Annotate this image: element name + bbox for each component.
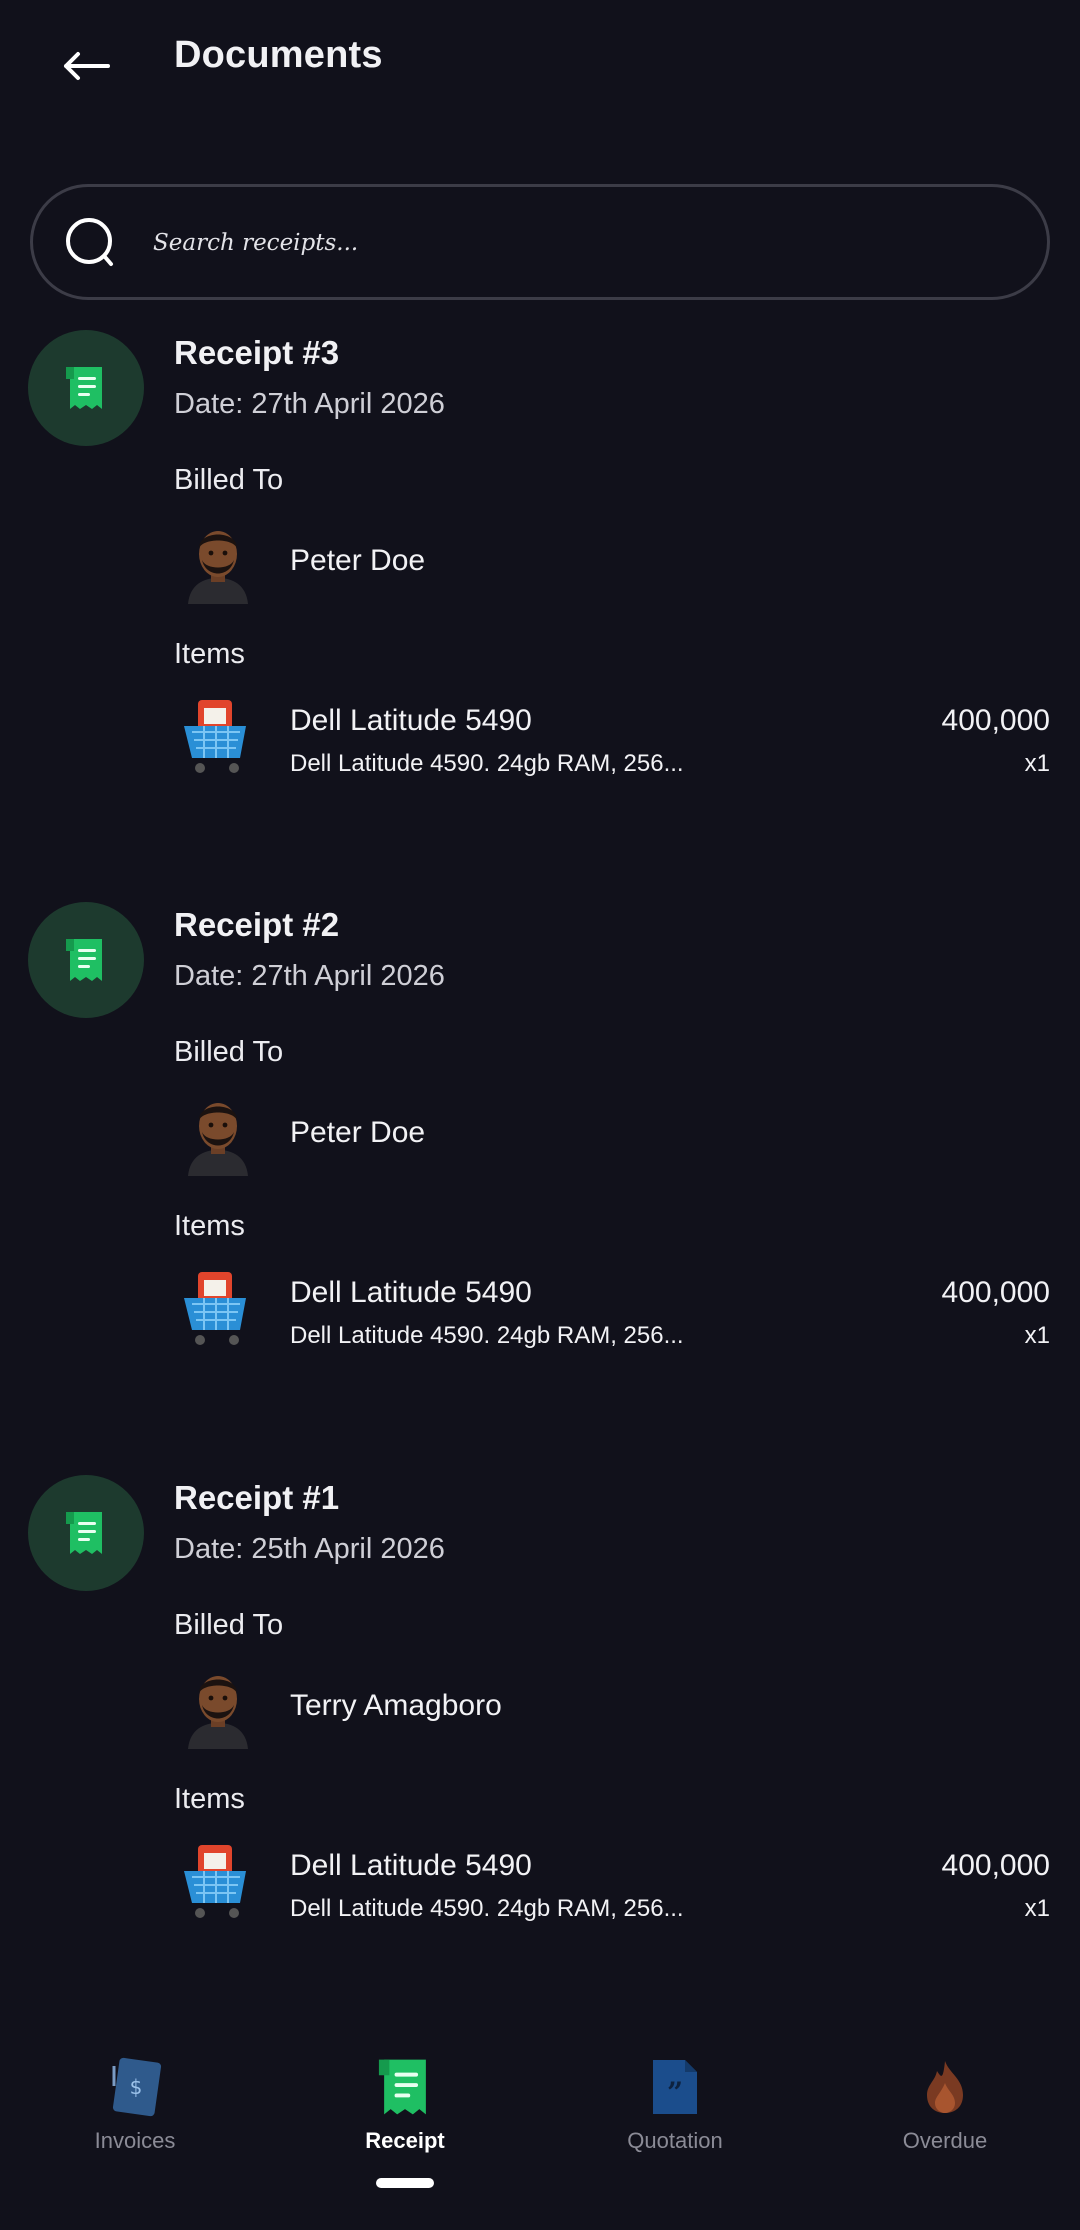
billed-to-label: Billed To xyxy=(174,1036,284,1068)
receipt-date: Date: 25th April 2026 xyxy=(174,1533,445,1565)
receipt-card[interactable]: Receipt #2 Date: 27th April 2026 Billed … xyxy=(0,902,1080,1422)
avatar xyxy=(188,1103,248,1176)
receipt-date: Date: 27th April 2026 xyxy=(174,388,445,420)
page-title: Documents xyxy=(174,34,383,76)
item-quantity: x1 xyxy=(1024,1895,1050,1922)
search-icon xyxy=(66,218,113,266)
back-button[interactable] xyxy=(40,20,132,112)
svg-text:$: $ xyxy=(130,2075,143,2099)
arrow-left-icon xyxy=(64,52,110,80)
receipt-icon xyxy=(66,367,102,409)
item-name: Dell Latitude 5490 xyxy=(290,704,532,737)
avatar xyxy=(188,1676,248,1749)
nav-label-receipt: Receipt xyxy=(365,2128,445,2153)
bottom-navigation: $ Invoices Receipt ” Quotation Overdue xyxy=(0,2030,1080,2230)
active-tab-indicator xyxy=(376,2178,434,2188)
fire-icon xyxy=(913,2054,977,2120)
receipt-title: Receipt #3 xyxy=(174,334,340,371)
customer-name: Terry Amagboro xyxy=(290,1689,502,1722)
nav-label-invoices: Invoices xyxy=(94,2128,176,2153)
nav-item-invoices[interactable]: $ Invoices xyxy=(0,2030,270,2200)
avatar xyxy=(188,531,248,604)
shopping-cart-icon xyxy=(184,1845,246,1918)
receipt-date: Date: 27th April 2026 xyxy=(174,960,445,992)
item-quantity: x1 xyxy=(1024,750,1050,777)
item-price: 400,000 xyxy=(941,704,1050,737)
customer-name: Peter Doe xyxy=(290,544,426,577)
item-name: Dell Latitude 5490 xyxy=(290,1276,532,1309)
invoice-icon: $ xyxy=(103,2054,167,2120)
receipt-card[interactable]: Receipt #3 Date: 27th April 2026 Billed … xyxy=(0,330,1080,850)
billed-to-label: Billed To xyxy=(174,464,284,496)
billed-to-label: Billed To xyxy=(174,1609,284,1641)
receipt-title: Receipt #2 xyxy=(174,906,340,943)
item-quantity: x1 xyxy=(1024,1322,1050,1349)
search-input[interactable] xyxy=(153,215,1013,271)
nav-label-overdue: Overdue xyxy=(902,2128,988,2153)
item-description: Dell Latitude 4590. 24gb RAM, 256... xyxy=(290,1895,684,1922)
shopping-cart-icon xyxy=(184,1272,246,1345)
nav-label-quotation: Quotation xyxy=(627,2128,723,2153)
nav-item-receipt[interactable]: Receipt xyxy=(270,2030,540,2200)
items-label: Items xyxy=(174,1210,245,1242)
item-description: Dell Latitude 4590. 24gb RAM, 256... xyxy=(290,1322,684,1349)
items-label: Items xyxy=(174,1783,245,1815)
receipt-icon xyxy=(66,939,102,981)
item-description: Dell Latitude 4590. 24gb RAM, 256... xyxy=(290,750,684,777)
receipt-icon xyxy=(373,2054,437,2120)
items-label: Items xyxy=(174,638,245,670)
receipt-title: Receipt #1 xyxy=(174,1479,340,1516)
svg-text:”: ” xyxy=(667,2076,683,2109)
item-name: Dell Latitude 5490 xyxy=(290,1849,532,1882)
nav-item-overdue[interactable]: Overdue xyxy=(810,2030,1080,2200)
receipt-icon xyxy=(66,1512,102,1554)
search-bar[interactable] xyxy=(30,184,1050,300)
item-price: 400,000 xyxy=(941,1849,1050,1882)
app-header: Documents xyxy=(0,0,1080,120)
customer-name: Peter Doe xyxy=(290,1116,426,1149)
item-price: 400,000 xyxy=(941,1276,1050,1309)
receipt-card[interactable]: Receipt #1 Date: 25th April 2026 Billed … xyxy=(0,1475,1080,1995)
receipt-badge xyxy=(28,330,144,446)
nav-item-quotation[interactable]: ” Quotation xyxy=(540,2030,810,2200)
receipt-badge xyxy=(28,1475,144,1591)
shopping-cart-icon xyxy=(184,700,246,773)
receipt-badge xyxy=(28,902,144,1018)
quotation-icon: ” xyxy=(643,2054,707,2120)
